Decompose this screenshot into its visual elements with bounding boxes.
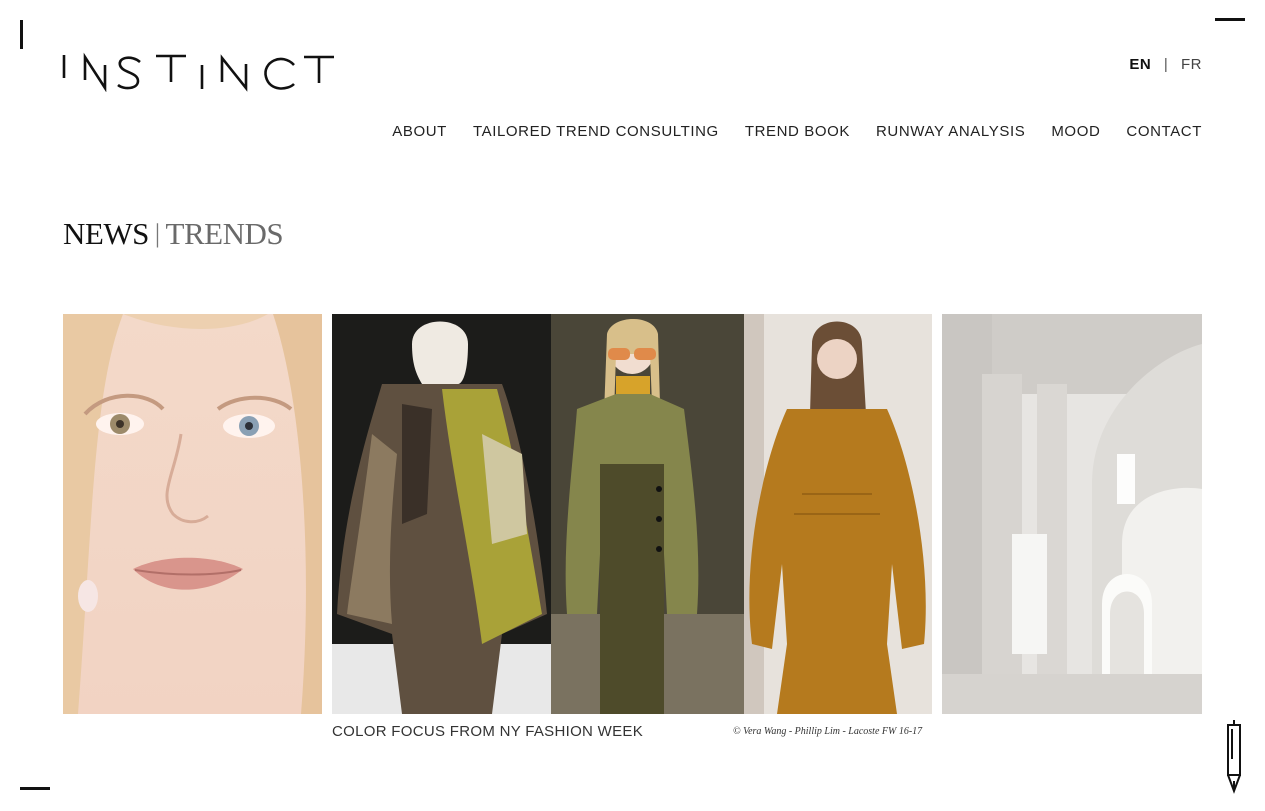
corner-mark-bottom-left: [20, 787, 50, 790]
nav-trend-book[interactable]: TREND BOOK: [745, 123, 850, 140]
news-tab[interactable]: NEWS: [63, 216, 149, 251]
lang-en-link[interactable]: EN: [1129, 56, 1151, 73]
nav-runway-analysis[interactable]: RUNWAY ANALYSIS: [876, 123, 1025, 140]
gallery-image-runway[interactable]: [332, 314, 932, 714]
gallery-caption[interactable]: COLOR FOCUS FROM NY FASHION WEEK: [332, 723, 643, 740]
gallery-image-face[interactable]: [63, 314, 322, 714]
gallery-image-arches[interactable]: [942, 314, 1202, 714]
instinct-logo[interactable]: [62, 52, 334, 92]
trends-tab[interactable]: TRENDS: [166, 216, 284, 251]
nav-about[interactable]: ABOUT: [392, 123, 447, 140]
nav-contact[interactable]: CONTACT: [1126, 123, 1202, 140]
corner-mark-top-right: [1215, 18, 1245, 21]
photo-credit: © Vera Wang - Phillip Lim - Lacoste FW 1…: [733, 726, 923, 737]
page-title: NEWS | TRENDS: [63, 216, 284, 252]
lang-fr-link[interactable]: FR: [1181, 56, 1202, 73]
corner-mark-top-left: [20, 20, 23, 49]
main-nav: ABOUT TAILORED TREND CONSULTING TREND BO…: [392, 123, 1202, 140]
heading-separator: |: [154, 219, 160, 248]
nav-tailored-trend-consulting[interactable]: TAILORED TREND CONSULTING: [473, 123, 719, 140]
lang-separator: |: [1163, 56, 1169, 73]
language-switcher: EN | FR: [1129, 56, 1202, 73]
pen-icon[interactable]: [1224, 719, 1244, 794]
nav-mood[interactable]: MOOD: [1051, 123, 1100, 140]
